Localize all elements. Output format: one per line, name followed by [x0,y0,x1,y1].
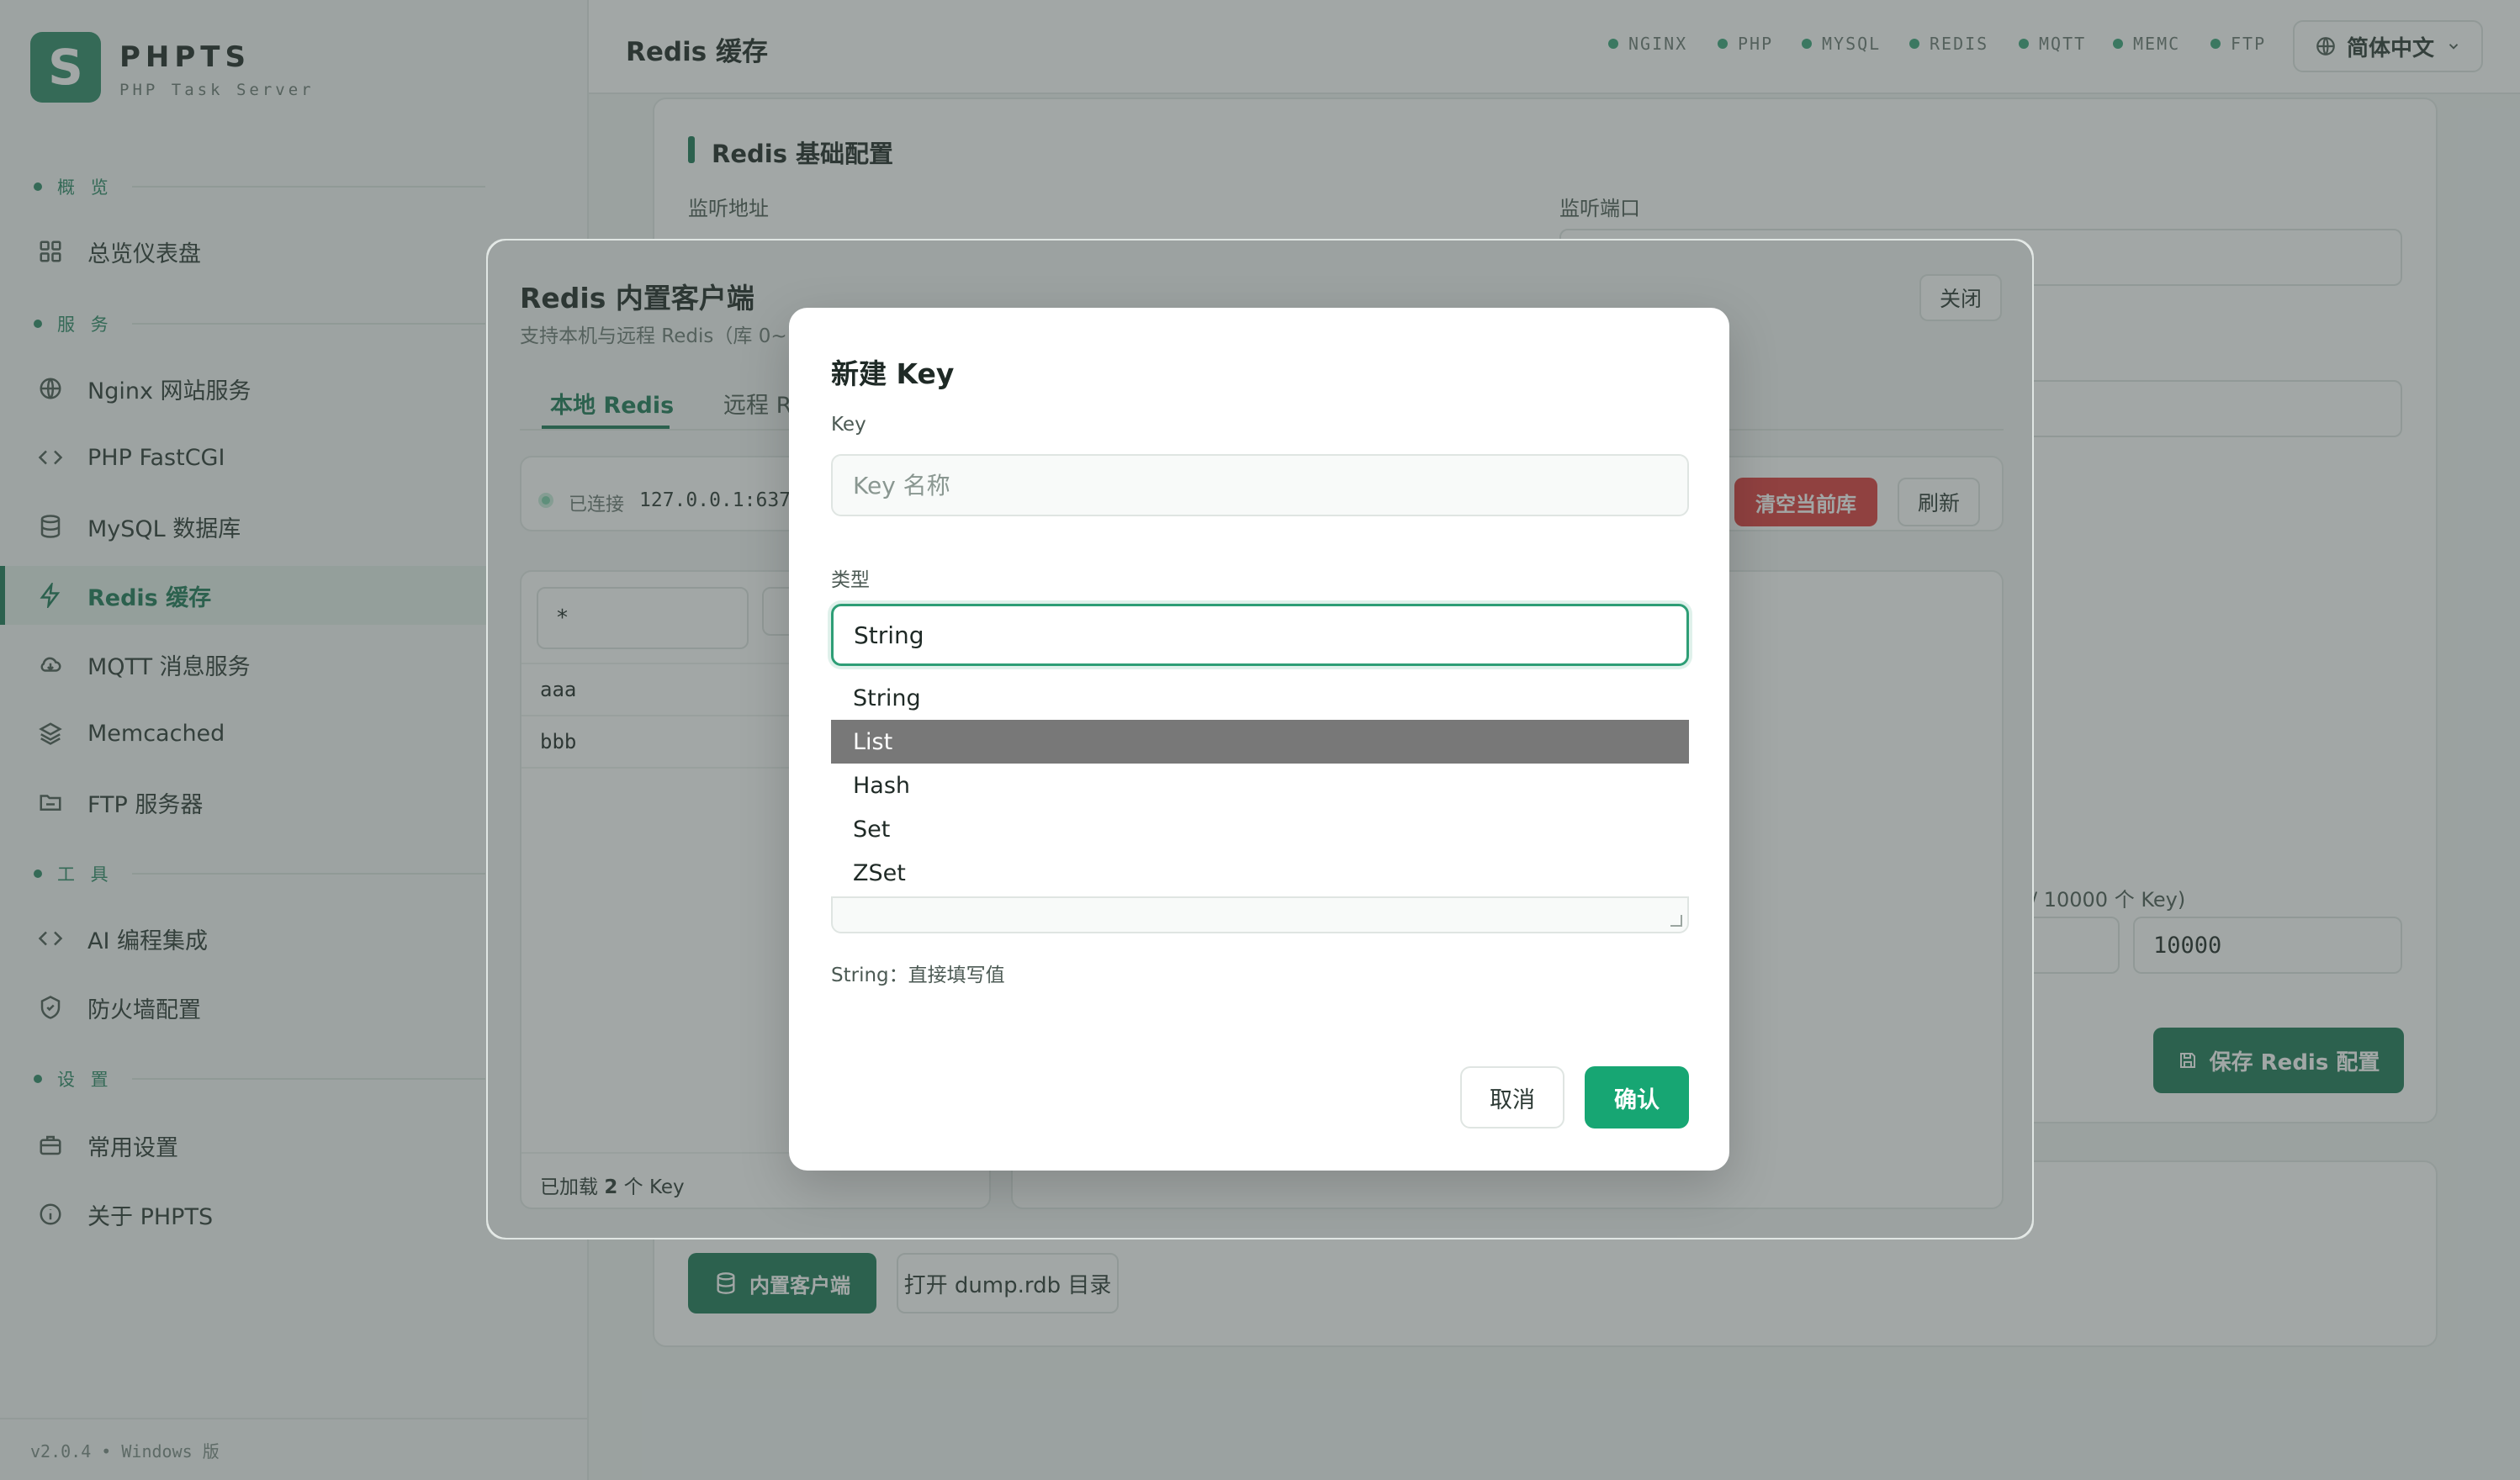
cancel-button[interactable]: 取消 [1460,1066,1564,1128]
type-dropdown: String List Hash Set ZSet [831,676,1689,898]
resize-handle[interactable] [1670,915,1682,927]
option-list[interactable]: List [831,720,1689,764]
option-hash[interactable]: Hash [831,764,1689,807]
type-label: 类型 [831,569,870,591]
option-string[interactable]: String [831,676,1689,720]
option-zset[interactable]: ZSet [831,851,1689,895]
type-hint: String：直接填写值 [831,965,1005,986]
dialog-title: 新建 Key [831,357,955,390]
key-label: Key [831,414,866,436]
confirm-button[interactable]: 确认 [1585,1066,1689,1128]
type-select[interactable]: String [831,604,1689,666]
option-set[interactable]: Set [831,807,1689,851]
new-key-dialog: 新建 Key Key 类型 String String List Hash Se… [789,308,1729,1171]
key-name-input[interactable] [831,454,1689,516]
